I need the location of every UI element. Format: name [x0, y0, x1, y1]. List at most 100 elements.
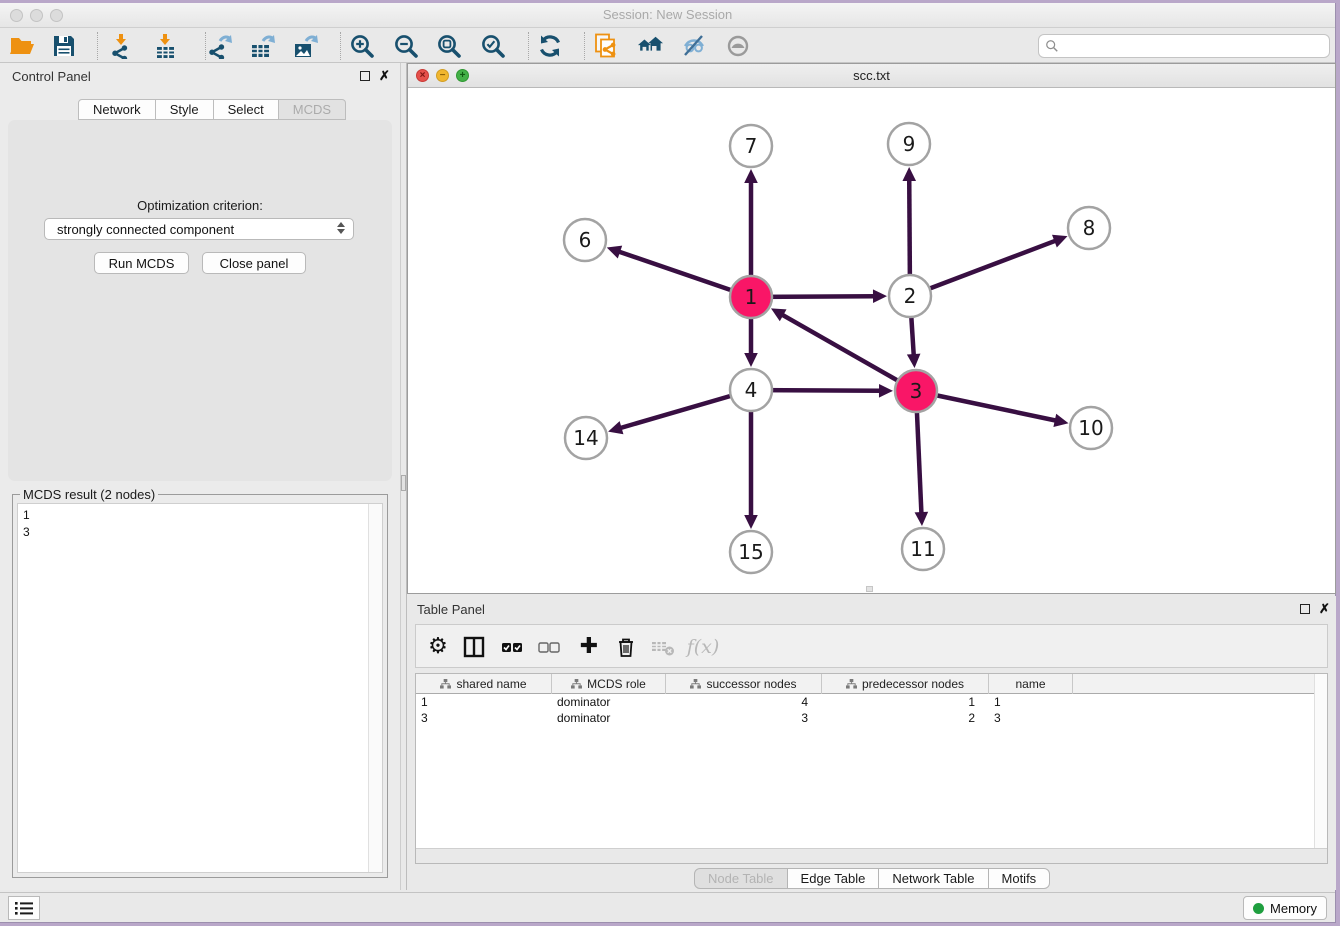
- eye-icon[interactable]: [724, 32, 752, 60]
- table-cell[interactable]: 3: [666, 710, 822, 726]
- table-cell[interactable]: 1: [822, 694, 989, 710]
- column-header-shared-name[interactable]: shared name: [416, 674, 552, 694]
- save-icon[interactable]: [50, 32, 78, 60]
- edge-arrow: [608, 421, 623, 434]
- table-cell[interactable]: dominator: [552, 710, 666, 726]
- table-row[interactable]: 3dominator323: [416, 710, 1073, 726]
- mcds-result-textarea[interactable]: 13: [17, 503, 383, 873]
- table-vertical-scrollbar[interactable]: [1314, 674, 1327, 848]
- edge-arrow: [902, 167, 916, 181]
- tab-edge-table[interactable]: Edge Table: [788, 868, 880, 889]
- dropdown-selected-value: strongly connected component: [57, 222, 234, 237]
- export-table-icon[interactable]: [248, 32, 276, 60]
- column-visibility-icon[interactable]: [460, 633, 488, 661]
- tab-network-table[interactable]: Network Table: [879, 868, 988, 889]
- refresh-icon[interactable]: [536, 32, 564, 60]
- edge-2-8[interactable]: [910, 240, 1056, 296]
- search-box[interactable]: [1038, 34, 1330, 58]
- import-network-icon[interactable]: [107, 32, 135, 60]
- edge-arrow: [873, 289, 887, 303]
- settings-gear-icon[interactable]: ⚙: [424, 633, 452, 661]
- close-table-panel-icon[interactable]: ✗: [1319, 601, 1330, 617]
- float-table-panel-icon[interactable]: [1300, 604, 1310, 614]
- delete-column-icon[interactable]: [612, 633, 640, 661]
- tab-mcds[interactable]: MCDS: [279, 99, 346, 120]
- edge-arrow: [907, 354, 921, 368]
- edge-arrow: [607, 246, 622, 259]
- mcds-result-value: 1: [18, 507, 382, 524]
- edge-3-1[interactable]: [781, 314, 916, 391]
- tab-select[interactable]: Select: [214, 99, 279, 120]
- column-header-predecessor-nodes[interactable]: predecessor nodes: [822, 674, 989, 694]
- splitter-grip[interactable]: [401, 475, 406, 491]
- task-history-button[interactable]: [8, 896, 40, 920]
- tab-node-table[interactable]: Node Table: [694, 868, 788, 889]
- table-cell[interactable]: 3: [416, 710, 552, 726]
- toolbar-separator: [528, 32, 529, 60]
- vertical-splitter[interactable]: [400, 63, 407, 890]
- window-titlebar: Session: New Session: [0, 3, 1335, 28]
- table-panel: Table Panel ✗ ⚙✚f(x) shared nameMCDS rol…: [407, 596, 1336, 890]
- node-table[interactable]: shared nameMCDS rolesuccessor nodesprede…: [415, 673, 1328, 864]
- export-network-icon[interactable]: [205, 32, 233, 60]
- zoom-in-icon[interactable]: [348, 32, 376, 60]
- open-folder-icon[interactable]: [8, 32, 36, 60]
- zoom-fit-icon[interactable]: [435, 32, 463, 60]
- table-horizontal-scrollbar[interactable]: [416, 848, 1327, 863]
- node-label-1: 1: [745, 285, 758, 309]
- delete-table-icon: [649, 633, 677, 661]
- optimization-criterion-dropdown[interactable]: strongly connected component: [44, 218, 354, 240]
- edge-arrow: [1053, 414, 1068, 427]
- dropdown-stepper-icon: [337, 222, 345, 234]
- table-cell[interactable]: dominator: [552, 694, 666, 710]
- node-label-2: 2: [904, 284, 917, 308]
- network-window-titlebar[interactable]: × − + scc.txt: [408, 64, 1335, 88]
- zoom-out-icon[interactable]: [392, 32, 420, 60]
- mcds-tab-content: Optimization criterion: strongly connect…: [8, 120, 392, 481]
- close-panel-icon[interactable]: ✗: [379, 68, 390, 84]
- node-label-9: 9: [903, 132, 916, 156]
- table-cell[interactable]: 1: [989, 694, 1073, 710]
- table-cell[interactable]: 3: [989, 710, 1073, 726]
- search-input[interactable]: [1063, 36, 1329, 56]
- hide-glasses-icon[interactable]: [680, 32, 708, 60]
- export-image-icon[interactable]: [291, 32, 319, 60]
- column-header-filler: [1073, 674, 1316, 694]
- run-mcds-button[interactable]: Run MCDS: [94, 252, 189, 274]
- tab-motifs[interactable]: Motifs: [989, 868, 1051, 889]
- column-header-MCDS-role[interactable]: MCDS role: [552, 674, 666, 694]
- result-scrollbar[interactable]: [368, 504, 382, 872]
- table-header-row: shared nameMCDS rolesuccessor nodesprede…: [416, 674, 1316, 694]
- memory-button[interactable]: Memory: [1243, 896, 1327, 920]
- select-all-icon[interactable]: [498, 633, 526, 661]
- column-header-name[interactable]: name: [989, 674, 1073, 694]
- tab-network[interactable]: Network: [78, 99, 156, 120]
- node-label-8: 8: [1083, 216, 1096, 240]
- column-header-successor-nodes[interactable]: successor nodes: [666, 674, 822, 694]
- control-panel-tabs: NetworkStyleSelectMCDS: [78, 99, 346, 120]
- import-table-icon[interactable]: [151, 32, 179, 60]
- zoom-selected-icon[interactable]: [479, 32, 507, 60]
- birds-eye-icon[interactable]: [636, 32, 664, 60]
- search-icon: [1045, 39, 1059, 53]
- table-panel-title: Table Panel: [417, 602, 485, 617]
- edge-arrow: [744, 169, 758, 183]
- close-panel-button[interactable]: Close panel: [202, 252, 306, 274]
- table-cell[interactable]: 4: [666, 694, 822, 710]
- network-graph[interactable]: 7968124314101511: [408, 88, 1335, 592]
- table-row[interactable]: 1dominator411: [416, 694, 1073, 710]
- network-canvas[interactable]: 7968124314101511: [408, 88, 1335, 592]
- table-cell[interactable]: 2: [822, 710, 989, 726]
- edge-arrow: [744, 353, 758, 367]
- tab-style[interactable]: Style: [156, 99, 214, 120]
- node-label-7: 7: [745, 134, 758, 158]
- add-column-icon[interactable]: ✚: [575, 633, 603, 661]
- control-panel-header: Control Panel ✗: [0, 63, 400, 91]
- toolbar-separator: [340, 32, 341, 60]
- deselect-all-icon[interactable]: [535, 633, 563, 661]
- clone-network-icon[interactable]: [592, 32, 620, 60]
- table-cell[interactable]: 1: [416, 694, 552, 710]
- float-panel-icon[interactable]: [360, 71, 370, 81]
- network-resize-grip[interactable]: [866, 586, 873, 592]
- mcds-result-title: MCDS result (2 nodes): [20, 487, 158, 502]
